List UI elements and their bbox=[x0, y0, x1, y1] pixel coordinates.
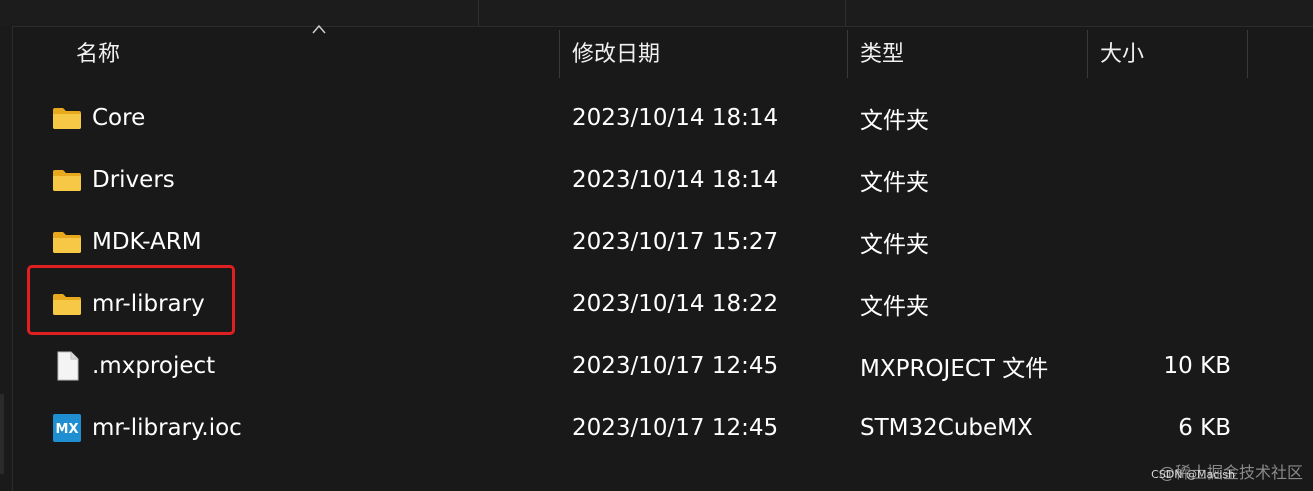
file-name: mr-library.ioc bbox=[92, 415, 242, 441]
file-row-drivers[interactable]: Drivers 2023/10/14 18:14 文件夹 bbox=[40, 149, 1250, 211]
column-modified[interactable]: 修改日期 bbox=[572, 26, 660, 78]
modified-cell: 2023/10/17 12:45 bbox=[572, 415, 779, 441]
file-row-mr-library-ioc[interactable]: MX mr-library.ioc 2023/10/17 12:45 STM32… bbox=[40, 397, 1250, 459]
rail-mark bbox=[0, 394, 4, 474]
modified-cell: 2023/10/14 18:22 bbox=[572, 291, 779, 317]
name-cell: MDK-ARM bbox=[40, 211, 540, 273]
type-cell: MXPROJECT 文件 bbox=[860, 356, 1049, 382]
name-cell: Drivers bbox=[40, 149, 540, 211]
type-cell: STM32CubeMX bbox=[860, 415, 1033, 441]
mx-icon: MX bbox=[53, 414, 81, 442]
column-header: 名称 修改日期 类型 大小 bbox=[12, 24, 1313, 78]
file-icon bbox=[57, 351, 79, 381]
size-cell bbox=[1100, 149, 1231, 211]
size-cell bbox=[1100, 87, 1231, 149]
name-cell: MX mr-library.ioc bbox=[40, 397, 540, 459]
modified-cell: 2023/10/14 18:14 bbox=[572, 105, 779, 131]
file-row-mxproject[interactable]: .mxproject 2023/10/17 12:45 MXPROJECT 文件… bbox=[40, 335, 1250, 397]
left-scroll-rail[interactable] bbox=[0, 26, 13, 491]
type-cell: 文件夹 bbox=[860, 294, 929, 320]
top-divider bbox=[845, 0, 846, 26]
watermark-small: CSDN @Macish bbox=[1151, 468, 1235, 481]
type-cell: 文件夹 bbox=[860, 108, 929, 134]
size-cell bbox=[1100, 211, 1231, 273]
mx-icon-label: MX bbox=[56, 422, 79, 437]
file-name: .mxproject bbox=[92, 353, 216, 379]
column-divider[interactable] bbox=[1247, 30, 1248, 78]
column-divider[interactable] bbox=[1087, 30, 1088, 78]
column-size[interactable]: 大小 bbox=[1100, 26, 1144, 78]
column-name[interactable]: 名称 bbox=[76, 26, 120, 78]
column-type[interactable]: 类型 bbox=[860, 26, 904, 78]
top-divider bbox=[478, 0, 479, 26]
file-name: Core bbox=[92, 105, 146, 131]
file-name: MDK-ARM bbox=[92, 229, 202, 255]
top-bar bbox=[0, 0, 1313, 27]
type-cell: 文件夹 bbox=[860, 170, 929, 196]
folder-icon bbox=[53, 232, 81, 253]
highlight-box bbox=[27, 265, 235, 335]
column-divider[interactable] bbox=[559, 30, 560, 78]
modified-cell: 2023/10/17 15:27 bbox=[572, 229, 779, 255]
file-name: Drivers bbox=[92, 167, 175, 193]
folder-icon bbox=[53, 108, 81, 129]
size-cell bbox=[1100, 273, 1231, 335]
modified-cell: 2023/10/17 12:45 bbox=[572, 353, 779, 379]
file-row-mdk-arm[interactable]: MDK-ARM 2023/10/17 15:27 文件夹 bbox=[40, 211, 1250, 273]
size-cell: 10 KB bbox=[1163, 353, 1231, 379]
folder-icon bbox=[53, 170, 81, 191]
column-divider[interactable] bbox=[847, 30, 848, 78]
sort-ascending-icon bbox=[312, 24, 326, 34]
modified-cell: 2023/10/14 18:14 bbox=[572, 167, 779, 193]
file-row-core[interactable]: Core 2023/10/14 18:14 文件夹 bbox=[40, 87, 1250, 149]
type-cell: 文件夹 bbox=[860, 232, 929, 258]
size-cell: 6 KB bbox=[1178, 415, 1231, 441]
name-cell: .mxproject bbox=[40, 335, 540, 397]
name-cell: Core bbox=[40, 87, 540, 149]
